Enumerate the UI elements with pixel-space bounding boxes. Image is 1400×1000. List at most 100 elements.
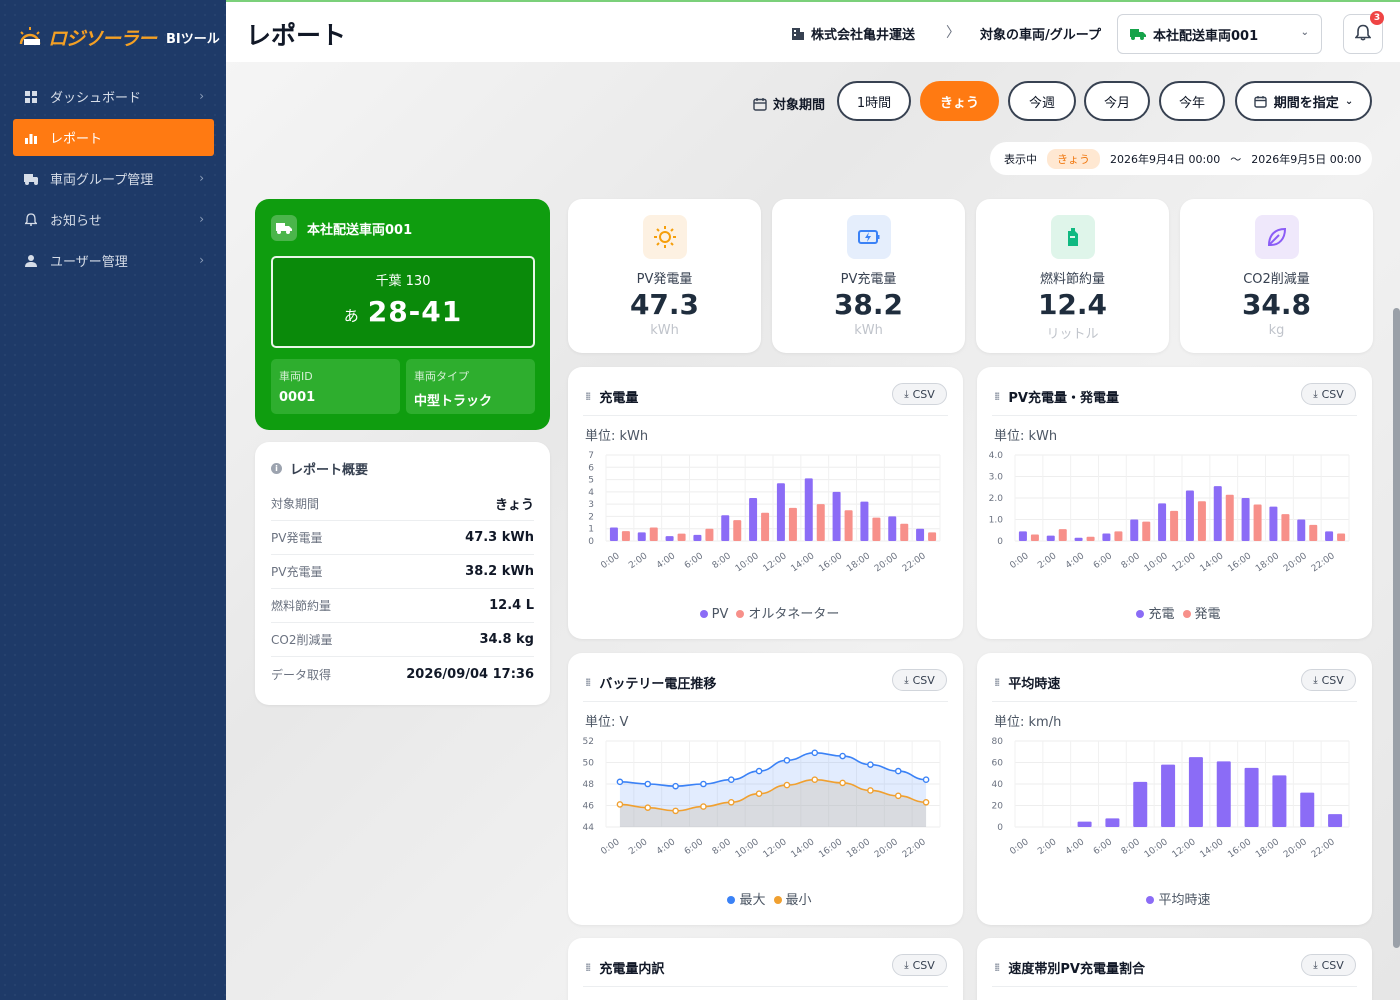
x-tick-label: 18:00 bbox=[845, 837, 872, 860]
app-logo[interactable]: ロジソーラー BIツール bbox=[18, 20, 220, 54]
csv-download-button[interactable]: ⤓ CSV bbox=[1301, 954, 1356, 976]
bar bbox=[860, 501, 869, 541]
chart-battery-voltage: ⁞⁞ バッテリー電圧推移 ⤓ CSV 単位: V 44 46 48 50 52 0:00 2:0… bbox=[568, 653, 963, 925]
y-tick-label: 0 bbox=[997, 823, 1003, 833]
period-week[interactable]: 今週 bbox=[1008, 81, 1076, 121]
x-tick-label: 0:00 bbox=[1008, 837, 1031, 857]
sidebar-item-notifications[interactable]: お知らせ › bbox=[13, 201, 214, 238]
calendar-icon bbox=[753, 97, 767, 111]
sidebar-item-vehicle-groups[interactable]: 車両グループ管理 › bbox=[13, 160, 214, 197]
data-point bbox=[755, 790, 763, 797]
chart-title[interactable]: ⁞⁞ 速度帯別PV充電量割合 bbox=[994, 958, 1145, 977]
chart-canvas: 44 46 48 50 52 0:00 2:00 4:00 6:00 8:00 10:00 12:00… bbox=[583, 737, 941, 860]
legend-swatch bbox=[727, 896, 736, 904]
bar bbox=[1297, 519, 1306, 541]
drag-handle-icon[interactable]: ⁞⁞ bbox=[994, 390, 1001, 403]
x-tick-label: 4:00 bbox=[1064, 551, 1087, 571]
x-tick-label: 22:00 bbox=[901, 551, 928, 574]
bar bbox=[665, 536, 674, 541]
download-icon: ⤓ bbox=[1313, 388, 1318, 400]
legend-label[interactable]: オルタネーター bbox=[748, 607, 839, 622]
data-point bbox=[783, 781, 791, 789]
y-tick-label: 1.0 bbox=[989, 516, 1004, 526]
chart-title[interactable]: ⁞⁞ PV充電量・発電量 bbox=[994, 387, 1119, 406]
period-today[interactable]: きょう bbox=[920, 81, 999, 121]
download-icon: ⤓ bbox=[904, 674, 909, 686]
x-tick-label: 14:00 bbox=[789, 837, 816, 860]
vehicle-id-label: 車両ID bbox=[279, 370, 313, 383]
csv-download-button[interactable]: ⤓ CSV bbox=[892, 669, 947, 691]
chart-title[interactable]: ⁞⁞ 平均時速 bbox=[994, 673, 1060, 692]
y-tick-label: 3.0 bbox=[989, 473, 1004, 483]
range-tag: きょう bbox=[1047, 148, 1100, 169]
bar bbox=[916, 528, 925, 541]
license-plate: 千葉 130 あ 28-41 bbox=[271, 256, 535, 348]
sidebar-item-report[interactable]: レポート bbox=[13, 119, 214, 156]
period-year[interactable]: 今年 bbox=[1159, 81, 1225, 121]
bar bbox=[1114, 531, 1123, 541]
csv-download-button[interactable]: ⤓ CSV bbox=[1301, 383, 1356, 405]
csv-download-button[interactable]: ⤓ CSV bbox=[892, 954, 947, 976]
sidebar-item-dashboard[interactable]: ダッシュボード › bbox=[13, 78, 214, 115]
scrollbar[interactable] bbox=[1393, 308, 1400, 948]
legend-label[interactable]: 発電 bbox=[1195, 607, 1221, 622]
summary-value: 2026/09/04 17:36 bbox=[406, 666, 534, 682]
data-point bbox=[783, 757, 791, 764]
legend-label[interactable]: 最大 bbox=[739, 893, 765, 908]
period-month[interactable]: 今月 bbox=[1084, 81, 1150, 121]
kpi-unit: kg bbox=[1268, 323, 1285, 338]
x-tick-label: 22:00 bbox=[1310, 551, 1337, 574]
chart-title-text: バッテリー電圧推移 bbox=[599, 677, 717, 692]
bar bbox=[761, 512, 770, 541]
x-tick-label: 0:00 bbox=[1008, 551, 1031, 571]
drag-handle-icon[interactable]: ⁞⁞ bbox=[585, 390, 592, 403]
x-tick-label: 2:00 bbox=[627, 837, 650, 857]
range-end: 2026年9月5日 00:00 bbox=[1251, 152, 1362, 166]
x-tick-label: 0:00 bbox=[599, 837, 622, 857]
breadcrumb-company[interactable]: 株式会社亀井運送 bbox=[791, 24, 915, 43]
legend-label[interactable]: 最小 bbox=[786, 893, 812, 908]
drag-handle-icon[interactable]: ⁞⁞ bbox=[585, 961, 592, 974]
divider bbox=[992, 986, 1357, 987]
bar bbox=[1086, 536, 1095, 541]
chart-title[interactable]: ⁞⁞ バッテリー電圧推移 bbox=[585, 673, 716, 692]
drag-handle-icon[interactable]: ⁞⁞ bbox=[994, 961, 1001, 974]
vehicle-select[interactable]: 本社配送車両001 ⌄ bbox=[1117, 14, 1322, 54]
period-1hour[interactable]: 1時間 bbox=[837, 81, 911, 121]
x-tick-label: 8:00 bbox=[711, 551, 734, 571]
x-tick-label: 8:00 bbox=[1120, 551, 1143, 571]
kpi-value: 38.2 bbox=[833, 288, 904, 321]
chart-speed-band-ratio: ⁞⁞ 速度帯別PV充電量割合 ⤓ CSV bbox=[977, 938, 1372, 1000]
dashboard-icon bbox=[24, 90, 38, 104]
chart-title[interactable]: ⁞⁞ 充電量内訳 bbox=[585, 958, 664, 977]
legend-label[interactable]: 充電 bbox=[1148, 607, 1174, 622]
chart-title[interactable]: ⁞⁞ 充電量 bbox=[585, 387, 638, 406]
sidebar-item-users[interactable]: ユーザー管理 › bbox=[13, 242, 214, 279]
csv-download-button[interactable]: ⤓ CSV bbox=[892, 383, 947, 405]
company-name: 株式会社亀井運送 bbox=[811, 28, 916, 43]
chart-unit: 単位: V bbox=[585, 715, 629, 730]
drag-handle-icon[interactable]: ⁞⁞ bbox=[585, 676, 592, 689]
bell-icon bbox=[24, 213, 38, 227]
kpi-value: 47.3 bbox=[629, 288, 700, 321]
csv-download-button[interactable]: ⤓ CSV bbox=[1301, 669, 1356, 691]
sidebar-item-label: ダッシュボード bbox=[50, 91, 142, 106]
calendar-icon bbox=[1254, 95, 1267, 108]
legend-label[interactable]: 平均時速 bbox=[1158, 893, 1210, 908]
user-icon bbox=[24, 254, 38, 268]
period-custom-label: 期間を指定 bbox=[1273, 95, 1339, 111]
drag-handle-icon[interactable]: ⁞⁞ bbox=[994, 676, 1001, 689]
bar bbox=[721, 515, 730, 541]
x-tick-label: 2:00 bbox=[1036, 551, 1059, 571]
period-label: 対象期間 bbox=[753, 94, 825, 113]
y-tick-label: 52 bbox=[583, 737, 594, 747]
kpi-unit: kWh bbox=[650, 323, 679, 338]
x-tick-label: 22:00 bbox=[1310, 837, 1337, 860]
x-tick-label: 6:00 bbox=[1092, 837, 1115, 857]
legend-label[interactable]: PV bbox=[712, 607, 729, 622]
vehicle-type-label: 車両タイプ bbox=[414, 370, 469, 383]
battery-icon bbox=[846, 215, 891, 259]
legend-swatch bbox=[736, 610, 745, 618]
x-tick-label: 20:00 bbox=[873, 837, 900, 860]
period-custom-button[interactable]: 期間を指定 ⌄ bbox=[1235, 81, 1372, 121]
